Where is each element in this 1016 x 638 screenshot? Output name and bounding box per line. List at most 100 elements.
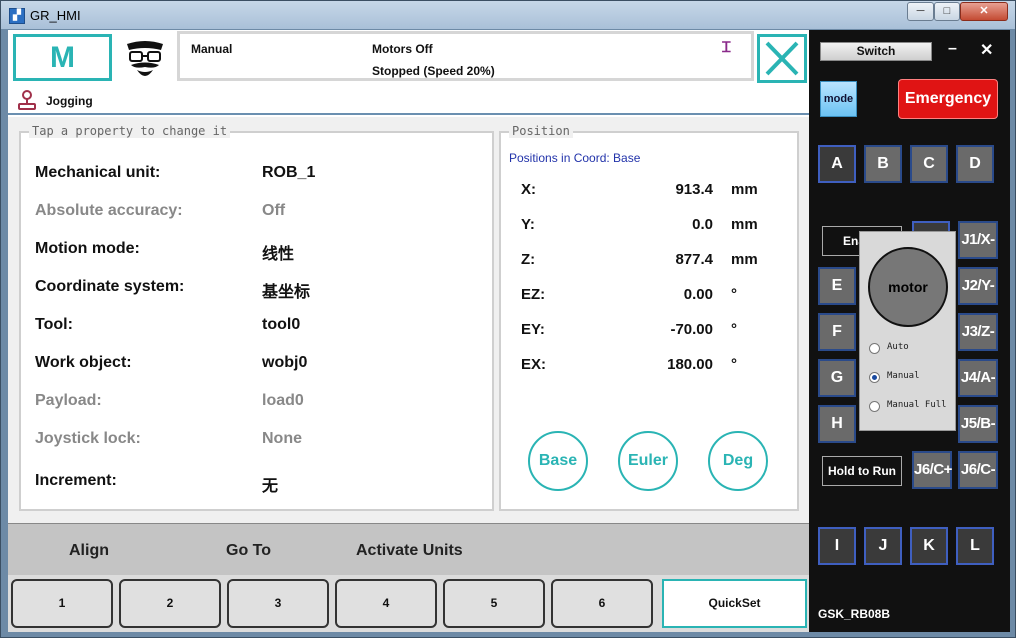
position-row-z: Z: 877.4 mm [521, 251, 771, 271]
axis-label: Y: [521, 216, 535, 233]
axis-value: 0.00 [683, 286, 713, 303]
emergency-stop-button[interactable]: Emergency [898, 79, 998, 119]
key-g[interactable]: G [818, 359, 856, 397]
property-row-tool[interactable]: Tool: tool0 [35, 316, 485, 338]
quickset-button[interactable]: QuickSet [662, 579, 807, 628]
axis-value: 0.0 [692, 216, 713, 233]
hold-to-run-button[interactable]: Hold to Run [822, 456, 902, 486]
close-window-button[interactable]: ✕ [960, 2, 1008, 21]
key-l[interactable]: L [956, 527, 994, 565]
property-value: 无 [262, 478, 279, 495]
radio-label: Manual Full [887, 400, 947, 410]
key-a[interactable]: A [818, 145, 856, 183]
main-menu-button[interactable]: M [13, 34, 112, 81]
position-group-title: Position [509, 124, 573, 138]
pendant-close-button[interactable]: ✕ [980, 40, 993, 60]
key-j6-c-minus[interactable]: J6/C- [958, 451, 998, 489]
footer-button-3[interactable]: 3 [227, 579, 329, 628]
key-f[interactable]: F [818, 313, 856, 351]
property-label: Mechanical unit: [35, 164, 161, 181]
property-row-mechanical-unit[interactable]: Mechanical unit: ROB_1 [35, 164, 485, 186]
base-button[interactable]: Base [528, 431, 588, 491]
axis-value: 180.00 [667, 356, 713, 373]
key-j2-y-minus[interactable]: J2/Y- [958, 267, 998, 305]
key-c[interactable]: C [910, 145, 948, 183]
axis-unit: ° [731, 321, 737, 338]
teach-pendant-panel: Switch – ✕ mode Emergency A B C D Ena J1… [809, 30, 1010, 632]
maximize-button[interactable]: □ [934, 2, 960, 21]
joystick-icon [18, 90, 36, 110]
motor-mode-popup: motor Auto Manual Manual Full [859, 231, 956, 431]
key-e[interactable]: E [818, 267, 856, 305]
axis-unit: mm [731, 181, 758, 198]
app-window: ▞ GR_HMI ─ □ ✕ M Manual Motors Off Stopp… [0, 0, 1016, 638]
radio-dot [869, 343, 880, 354]
axis-label: EY: [521, 321, 545, 338]
property-row-joystick-lock: Joystick lock: None [35, 430, 485, 452]
close-icon [765, 41, 799, 76]
footer-button-6[interactable]: 6 [551, 579, 653, 628]
axis-label: Z: [521, 251, 536, 268]
app-icon: ▞ [9, 8, 25, 24]
key-j3-z-minus[interactable]: J3/Z- [958, 313, 998, 351]
key-k[interactable]: K [910, 527, 948, 565]
deg-button[interactable]: Deg [708, 431, 768, 491]
axis-value: 913.4 [675, 181, 713, 198]
pendant-minimize-button[interactable]: – [948, 40, 957, 58]
property-value: load0 [262, 392, 304, 409]
key-j[interactable]: J [864, 527, 902, 565]
key-j5-b-minus[interactable]: J5/B- [958, 405, 998, 443]
breadcrumb: Jogging [8, 87, 809, 115]
property-label: Coordinate system: [35, 278, 185, 295]
axis-label: EX: [521, 356, 547, 373]
key-j6-c-plus[interactable]: J6/C+ [912, 451, 952, 489]
activate-units-button[interactable]: Activate Units [356, 542, 463, 560]
key-j1-x-minus[interactable]: J1/X- [958, 221, 998, 259]
axis-unit: ° [731, 286, 737, 303]
axis-label: X: [521, 181, 536, 198]
footer-button-4[interactable]: 4 [335, 579, 437, 628]
motor-button[interactable]: motor [868, 247, 948, 327]
key-d[interactable]: D [956, 145, 994, 183]
position-row-ex: EX: 180.00 ° [521, 356, 771, 376]
key-j4-a-minus[interactable]: J4/A- [958, 359, 998, 397]
goto-button[interactable]: Go To [226, 542, 271, 560]
axis-value: 877.4 [675, 251, 713, 268]
footer-button-5[interactable]: 5 [443, 579, 545, 628]
switch-button[interactable]: Switch [820, 42, 932, 61]
status-bar[interactable]: Manual Motors Off Stopped (Speed 20%) Ꮖ [177, 31, 754, 81]
footer-button-1[interactable]: 1 [11, 579, 113, 628]
key-i[interactable]: I [818, 527, 856, 565]
align-button[interactable]: Align [69, 542, 109, 560]
close-view-button[interactable] [757, 34, 807, 83]
radio-auto[interactable]: Auto [869, 342, 957, 356]
properties-group: Tap a property to change it Mechanical u… [19, 124, 494, 511]
radio-manual-full[interactable]: Manual Full [869, 400, 957, 414]
mascot-icon [127, 41, 163, 76]
property-value: 基坐标 [262, 284, 311, 301]
property-row-work-object[interactable]: Work object: wobj0 [35, 354, 485, 376]
radio-dot-selected [869, 372, 880, 383]
footer-button-2[interactable]: 2 [119, 579, 221, 628]
property-row-motion-mode[interactable]: Motion mode: 线性 [35, 240, 485, 263]
property-label: Motion mode: [35, 240, 140, 257]
position-row-y: Y: 0.0 mm [521, 216, 771, 236]
property-row-coordinate-system[interactable]: Coordinate system: 基坐标 [35, 278, 485, 301]
position-row-ez: EZ: 0.00 ° [521, 286, 771, 306]
radio-dot [869, 401, 880, 412]
mode-button[interactable]: mode [820, 81, 857, 117]
position-group: Position Positions in Coord: Base X: 913.… [499, 124, 799, 511]
footer-bar: 1 2 3 4 5 6 QuickSet [8, 575, 809, 632]
radio-manual[interactable]: Manual [869, 371, 957, 385]
property-value: wobj0 [262, 354, 308, 371]
axis-unit: mm [731, 251, 758, 268]
client-area: M Manual Motors Off Stopped (Speed 20%) … [8, 30, 1010, 632]
content-area: Tap a property to change it Mechanical u… [8, 117, 809, 523]
property-row-increment[interactable]: Increment: 无 [35, 472, 485, 495]
minimize-button[interactable]: ─ [907, 2, 934, 21]
key-b[interactable]: B [864, 145, 902, 183]
axis-value: -70.00 [670, 321, 713, 338]
key-h[interactable]: H [818, 405, 856, 443]
euler-button[interactable]: Euler [618, 431, 678, 491]
status-indicator-icon: Ꮖ [722, 39, 732, 55]
